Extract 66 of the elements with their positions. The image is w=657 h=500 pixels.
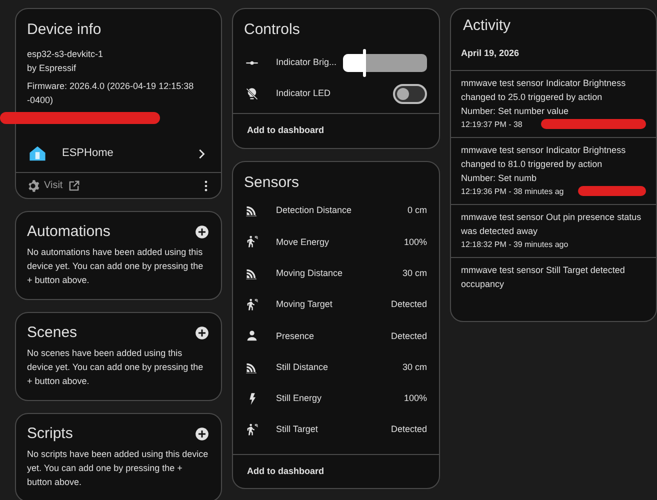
manufacturer-text: by Espressif <box>27 62 78 75</box>
section-title: Scripts <box>27 425 73 443</box>
toggle-switch[interactable] <box>393 84 427 104</box>
sensor-value: 0 cm <box>407 204 427 218</box>
sensor-name: Still Target <box>276 423 319 436</box>
add-button[interactable] <box>195 225 209 239</box>
activity-message: mmwave test sensor Out pin presence status <box>461 210 642 224</box>
bulb-off-icon <box>245 86 259 100</box>
signal-ruler-icon <box>245 266 259 281</box>
plus-icon <box>195 326 209 340</box>
activity-detail: Number: Set numb <box>461 172 538 184</box>
activity-message: mmwave test sensor Indicator Brightness changed to 25.0 triggered by action <box>461 76 627 104</box>
date-heading: April 19, 2026 <box>460 47 520 60</box>
external-link-icon <box>66 178 81 192</box>
sensor-value: Detected <box>390 423 427 436</box>
sensor-name: Detection Distance <box>276 204 353 218</box>
card-title: Activity <box>462 16 512 36</box>
section-title: Scenes <box>27 324 78 342</box>
plus-icon <box>195 427 209 441</box>
activity-message: mmwave test sensor Still Target detected occupancy <box>461 264 626 290</box>
activity-time: 12:19:36 PM - 38 minutes ag <box>461 186 564 198</box>
add-to-dashboard-button[interactable]: Add to dashboard <box>233 113 439 148</box>
activity-message: mmwave test sensor Indicator Brightness changed to 81.0 triggered by action <box>461 144 627 170</box>
section-title: Automations <box>27 223 110 241</box>
control-label: Indicator Brig... <box>276 56 338 69</box>
firmware-text: Firmware: 2026.4.0 (2026-04-19 12:15:38 -0400) <box>27 80 195 107</box>
empty-message: No automations have been added using this device yet. You can add one by pressing the + button above. <box>27 246 204 287</box>
sensor-name: Moving Target <box>276 298 334 312</box>
walking-person-icon <box>245 235 259 250</box>
sensor-name: Move Energy <box>276 236 330 249</box>
walking-person-icon <box>245 298 259 312</box>
integration-link[interactable]: ESPHome <box>16 137 221 172</box>
house-icon <box>29 145 46 162</box>
gear-icon <box>26 178 40 192</box>
slider-thumb[interactable] <box>363 48 366 76</box>
sensor-value: 30 cm <box>402 266 427 280</box>
empty-message: No scenes have been added using this device yet. You can add one by pressing the + button above. <box>27 347 204 388</box>
sensor-name: Moving Distance <box>276 266 344 280</box>
card-title: Sensors <box>243 172 300 192</box>
activity-time: 12:18:32 PM - 39 minutes ago <box>461 238 568 251</box>
visit-link[interactable]: Visit <box>26 178 81 193</box>
control-label: Indicator LED <box>276 86 332 100</box>
sensor-value: Detected <box>390 298 427 312</box>
add-to-dashboard-button[interactable]: Add to dashboard <box>233 454 439 488</box>
card-title: Device info <box>27 21 102 39</box>
walking-person-icon <box>245 423 259 438</box>
sensor-name: Presence <box>276 330 316 343</box>
plus-icon <box>195 225 209 239</box>
empty-message: No scripts have been added using this device yet. You can add one by pressing the + button above. <box>27 448 209 489</box>
sensor-value: Detected <box>390 330 427 343</box>
card-title: Controls <box>243 20 301 40</box>
sensor-name: Still Energy <box>276 392 323 406</box>
person-icon <box>245 329 259 344</box>
add-button[interactable] <box>195 427 209 441</box>
slider[interactable] <box>343 48 427 76</box>
sensor-name: Still Distance <box>276 360 330 374</box>
signal-ruler-icon <box>245 360 259 375</box>
add-button[interactable] <box>195 326 209 340</box>
sensor-value: 100% <box>404 392 427 406</box>
sensor-value: 100% <box>404 236 427 249</box>
sensor-value: 30 cm <box>402 360 427 374</box>
activity-time: 12:19:37 PM - 38 <box>461 118 522 130</box>
device-model: esp32-s3-devkitc-1 <box>27 48 104 61</box>
activity-detail: Number: Set number value <box>461 104 570 118</box>
signal-ruler-icon <box>245 204 259 218</box>
activity-detail: was detected away <box>461 224 539 238</box>
